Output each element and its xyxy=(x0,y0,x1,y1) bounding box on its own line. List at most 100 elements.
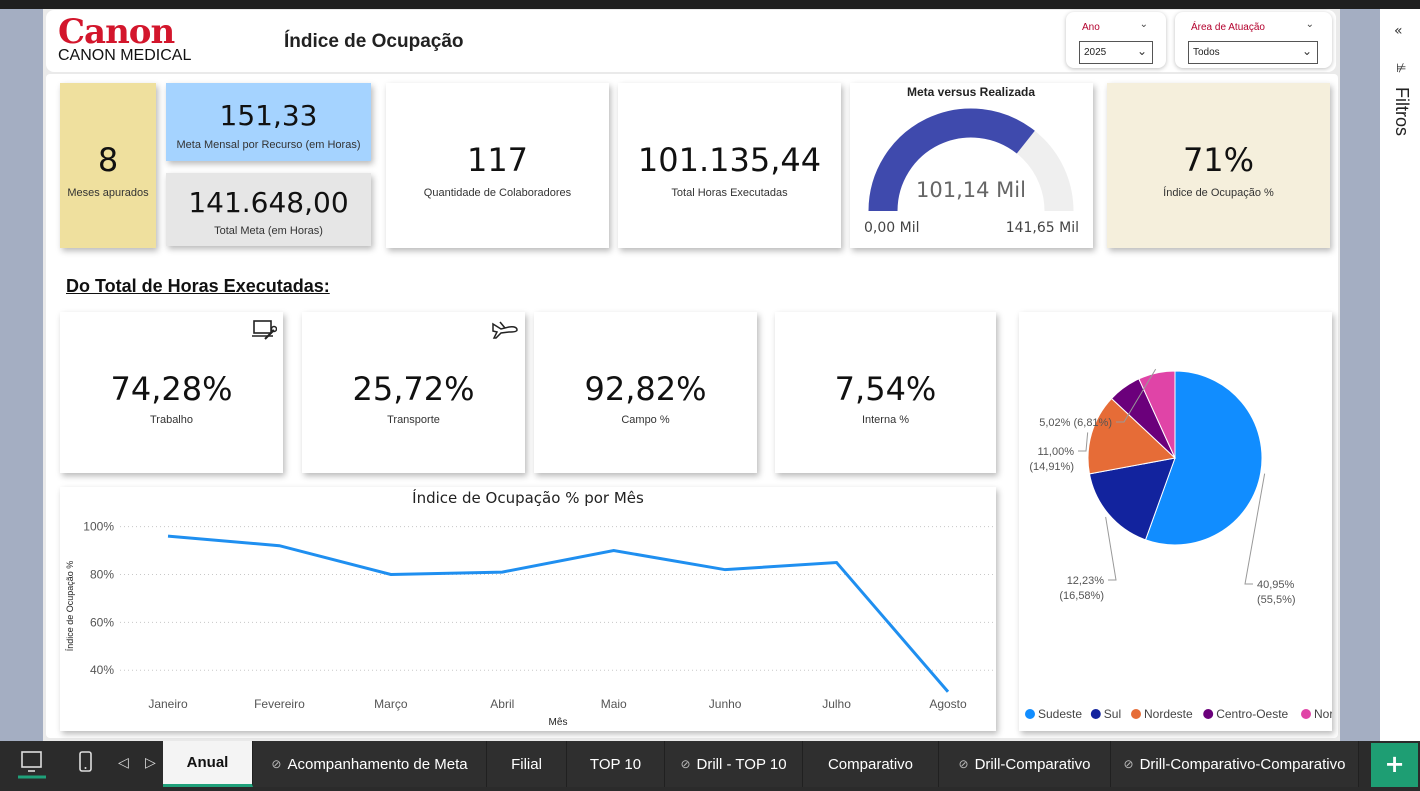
x-tick-label: Janeiro xyxy=(148,697,188,711)
area-slicer[interactable]: Área de Atuação ⌄ Todos ⌄ xyxy=(1175,12,1332,68)
tab-label: Drill-Comparativo xyxy=(974,755,1091,773)
kpi-value: 8 xyxy=(97,141,119,179)
breakdown-value: 74,28% xyxy=(110,370,233,408)
pie-data-label-secondary: (14,91%) xyxy=(1029,461,1074,473)
pie-data-label: 12,23% xyxy=(1067,575,1105,587)
tab-anual[interactable]: Anual xyxy=(163,741,253,787)
kpi-card-meses[interactable]: 8 Meses apurados xyxy=(60,83,156,248)
legend-marker xyxy=(1131,709,1141,719)
kpi-card-colaboradores[interactable]: 117 Quantidade de Colaboradores xyxy=(386,83,609,248)
previous-page-icon[interactable]: ◁ xyxy=(118,755,129,771)
kpi-card-meta-mensal[interactable]: 151,33 Meta Mensal por Recurso (em Horas… xyxy=(166,83,371,161)
chevron-down-icon[interactable]: ⌄ xyxy=(1306,19,1314,30)
gauge-card[interactable]: Meta versus Realizada 101,14 Mil 0,00 Mi… xyxy=(850,83,1093,248)
line-series xyxy=(167,534,950,693)
kpi-caption: Meta Mensal por Recurso (em Horas) xyxy=(176,139,361,151)
kpi-card-horas-executadas[interactable]: 101.135,44 Total Horas Executadas xyxy=(618,83,841,248)
legend-item-centro-oeste[interactable]: Centro-Oeste xyxy=(1216,707,1288,721)
legend-item-sul[interactable]: Sul xyxy=(1104,707,1121,721)
kpi-value: 71% xyxy=(1182,141,1255,179)
breakdown-card-campo[interactable]: 92,82% Campo % xyxy=(534,312,757,473)
canon-medical-subtitle: CANON MEDICAL xyxy=(58,47,192,64)
year-slicer[interactable]: Ano ⌄ 2025 ⌄ xyxy=(1066,12,1166,68)
x-tick-label: Abril xyxy=(490,697,514,711)
kpi-caption: Quantidade de Colaboradores xyxy=(423,187,572,199)
legend-item-sudeste[interactable]: Sudeste xyxy=(1038,707,1082,721)
y-tick-label: 100% xyxy=(83,520,114,534)
x-tick-label: Junho xyxy=(709,697,742,711)
desktop-view-icon[interactable] xyxy=(18,751,46,779)
page-tab-bar: ◁ ▷ Anual ⊘ Acompanhamento de Meta Filial TO… xyxy=(0,741,1420,791)
mobile-view-icon[interactable] xyxy=(78,750,94,774)
legend-item-norte[interactable]: Norte xyxy=(1314,707,1332,721)
x-tick-label: Agosto xyxy=(929,697,967,711)
pie-data-label-secondary: (55,5%) xyxy=(1257,594,1296,606)
gauge-title: Meta versus Realizada xyxy=(907,85,1035,99)
pie-data-label-secondary: (16,58%) xyxy=(1059,590,1104,602)
chevron-down-icon[interactable]: ⌄ xyxy=(1140,19,1148,30)
pie-data-label: 11,00% xyxy=(1038,446,1075,458)
tab-drill-comparativo[interactable]: ⊘ Drill-Comparativo xyxy=(939,741,1111,787)
breakdown-card-trabalho[interactable]: 74,28% Trabalho xyxy=(60,312,283,473)
collapse-icon[interactable]: « xyxy=(1394,23,1403,39)
tab-label: TOP 10 xyxy=(589,755,642,773)
breakdown-card-transporte[interactable]: 25,72% Transporte xyxy=(302,312,525,473)
x-tick-label: Fevereiro xyxy=(254,697,305,711)
kpi-value: 151,33 xyxy=(219,99,318,132)
kpi-card-indice[interactable]: 71% Índice de Ocupação % xyxy=(1107,83,1330,248)
filters-pane-label[interactable]: Filtros xyxy=(1391,87,1412,136)
tab-label: Drill-Comparativo-Comparativo xyxy=(1139,755,1346,773)
breakdown-value: 92,82% xyxy=(584,370,707,408)
hidden-page-icon: ⊘ xyxy=(1123,757,1134,771)
tab-filial[interactable]: Filial xyxy=(487,741,567,787)
breakdown-card-interna[interactable]: 7,54% Interna % xyxy=(775,312,996,473)
tab-label: Acompanhamento de Meta xyxy=(287,755,468,773)
breakdown-caption: Campo % xyxy=(621,414,670,426)
kpi-caption: Índice de Ocupação % xyxy=(1163,187,1274,199)
add-page-button[interactable]: + xyxy=(1371,743,1418,787)
year-dropdown[interactable]: 2025 ⌄ xyxy=(1079,41,1153,64)
legend-item-nordeste[interactable]: Nordeste xyxy=(1144,707,1193,721)
tab-label: Filial xyxy=(511,755,542,773)
kpi-caption: Meses apurados xyxy=(67,187,149,199)
pie-data-label: 5,02% (6,81%) xyxy=(1039,417,1112,429)
pie-leader-line xyxy=(1105,516,1117,581)
gauge-max-label: 141,65 Mil xyxy=(1006,220,1079,236)
tab-acompanhamento-de-meta[interactable]: ⊘ Acompanhamento de Meta xyxy=(253,741,487,787)
y-tick-label: 80% xyxy=(90,567,114,581)
tab-drill-comparativo-comparativo[interactable]: ⊘ Drill-Comparativo-Comparativo xyxy=(1111,741,1359,787)
tab-label: Drill - TOP 10 xyxy=(696,755,787,773)
line-chart-ylabel: Índice de Ocupação % xyxy=(65,561,75,652)
filters-pane[interactable]: « ⊭ Filtros xyxy=(1380,9,1420,741)
breakdown-caption: Trabalho xyxy=(149,414,193,426)
tab-comparativo[interactable]: Comparativo xyxy=(803,741,939,787)
filter-icon: ⊭ xyxy=(1396,61,1407,75)
kpi-caption: Total Horas Executadas xyxy=(671,187,788,199)
pie-data-label: 40,95% xyxy=(1257,579,1295,591)
tab-top-10[interactable]: TOP 10 xyxy=(567,741,665,787)
legend-marker xyxy=(1301,709,1311,719)
legend-marker xyxy=(1203,709,1214,719)
chevron-down-icon: ⌄ xyxy=(1136,44,1147,58)
kpi-value: 117 xyxy=(466,141,529,179)
line-chart-title: Índice de Ocupação % por Mês xyxy=(412,488,644,507)
airplane-icon xyxy=(492,321,518,339)
line-chart-xlabel: Mês xyxy=(549,717,568,728)
next-page-icon[interactable]: ▷ xyxy=(145,755,156,771)
area-value: Todos xyxy=(1193,47,1220,58)
breakdown-value: 7,54% xyxy=(834,370,937,408)
line-chart: Índice de Ocupação % por Mês Índice de O… xyxy=(65,488,995,728)
tab-label: Comparativo xyxy=(827,755,914,773)
kpi-value: 141.648,00 xyxy=(188,186,349,219)
area-dropdown[interactable]: Todos ⌄ xyxy=(1188,41,1318,64)
chevron-down-icon: ⌄ xyxy=(1301,44,1312,58)
tab-drill-top-10[interactable]: ⊘ Drill - TOP 10 xyxy=(665,741,803,787)
line-chart-card[interactable]: Índice de Ocupação % por Mês Índice de O… xyxy=(60,487,996,731)
window-top-strip xyxy=(0,0,1420,9)
legend-marker xyxy=(1025,709,1035,719)
legend-marker xyxy=(1090,709,1101,719)
pie-chart-card[interactable]: 40,95% (55,5%) 12,23% (16,58%) 11,00% (14,91%… xyxy=(1019,312,1332,731)
kpi-card-total-meta[interactable]: 141.648,00 Total Meta (em Horas) xyxy=(166,173,371,246)
hidden-page-icon: ⊘ xyxy=(271,757,282,771)
tab-label: Anual xyxy=(186,754,229,771)
